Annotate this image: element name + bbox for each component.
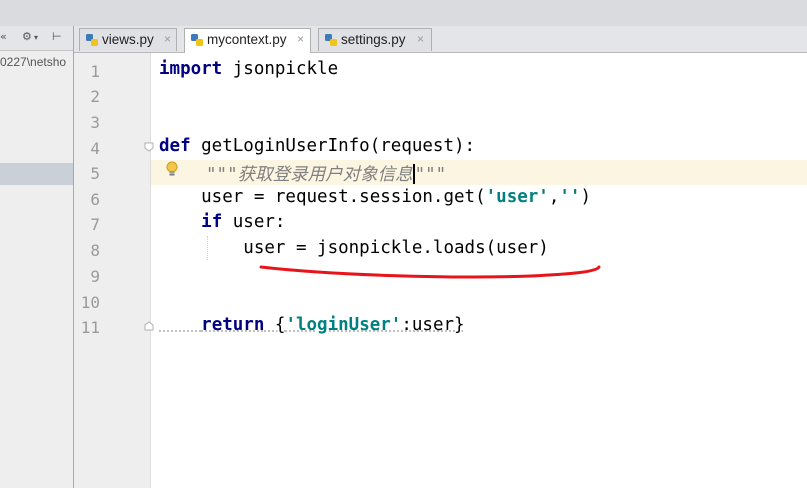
tab-views-py[interactable]: views.py × (79, 28, 177, 51)
line-number: 11 (80, 318, 100, 337)
window-top-strip (0, 0, 807, 26)
tab-mycontext-py[interactable]: mycontext.py × (184, 28, 311, 53)
line-number: 5 (90, 164, 100, 183)
line-number: 1 (90, 62, 100, 81)
tab-label: views.py (102, 32, 154, 47)
red-annotation-underline (259, 265, 601, 279)
code-editor[interactable]: import jsonpickle def getLoginUserInfo(r… (144, 53, 807, 488)
line-number: 2 (90, 87, 100, 106)
python-file-icon (325, 34, 337, 46)
close-icon[interactable]: × (417, 32, 424, 46)
line-number: 8 (90, 241, 100, 260)
collapse-icon[interactable]: « (0, 30, 7, 43)
project-panel-toolbar: « ⚙ ▾ ⊢ (0, 26, 73, 51)
close-icon[interactable]: × (164, 32, 171, 46)
line-number: 6 (90, 190, 100, 209)
line-number: 3 (90, 113, 100, 132)
python-file-icon (86, 34, 98, 46)
tab-label: settings.py (341, 32, 406, 47)
pin-icon[interactable]: ⊢ (52, 30, 62, 43)
chevron-down-icon[interactable]: ▾ (34, 33, 38, 42)
line-number-gutter[interactable]: 1 2 3 4 5 6 7 8 9 10 11 (74, 53, 151, 488)
line-number: 10 (80, 293, 100, 312)
gear-icon[interactable]: ⚙ (22, 30, 32, 43)
tab-settings-py[interactable]: settings.py × (318, 28, 432, 51)
line-number: 4 (90, 139, 100, 158)
python-file-icon (191, 34, 203, 46)
tab-label: mycontext.py (207, 32, 287, 47)
line-number: 9 (90, 267, 100, 286)
editor-tab-bar: views.py × mycontext.py × settings.py × (74, 26, 807, 53)
close-icon[interactable]: × (297, 32, 304, 46)
line-number: 7 (90, 215, 100, 234)
